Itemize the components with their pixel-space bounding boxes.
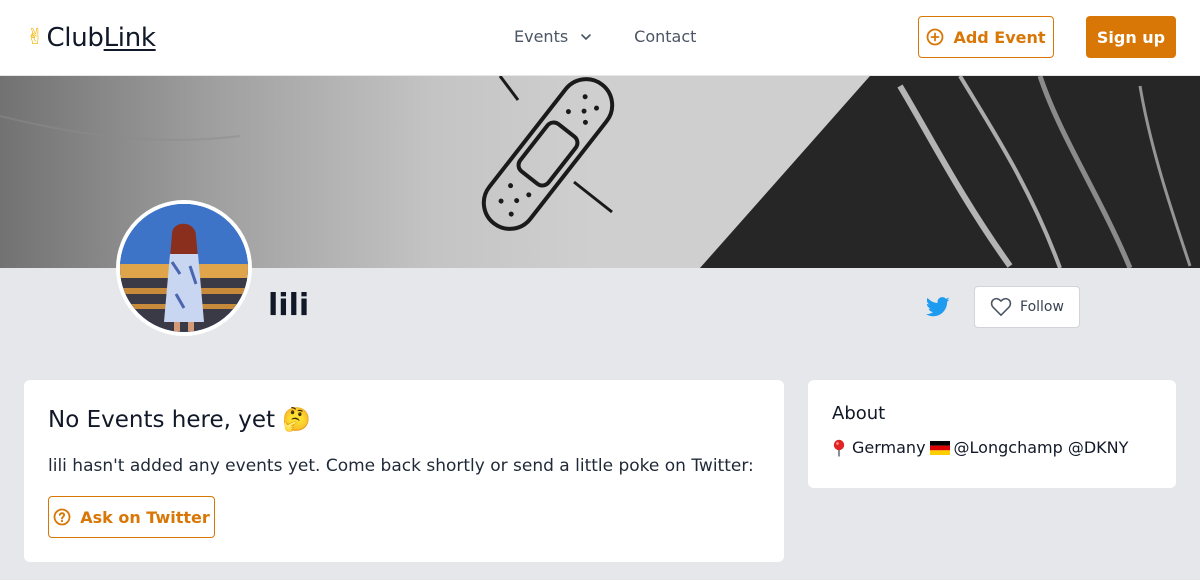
victory-hand-icon: ✌ [26, 25, 45, 50]
question-circle-icon [53, 508, 71, 526]
events-card: No Events here, yet 🤔 lili hasn't added … [24, 380, 784, 562]
ask-on-twitter-button[interactable]: Ask on Twitter [48, 496, 215, 538]
nav-events-label: Events [514, 27, 569, 46]
add-event-button[interactable]: Add Event [918, 16, 1054, 58]
clublink-logo[interactable]: ✌ Club Link [26, 22, 156, 54]
location-pin-icon [833, 439, 845, 457]
add-event-label: Add Event [953, 27, 1046, 47]
logo-text-link: Link [103, 23, 156, 53]
nav-contact-link[interactable]: Contact [634, 26, 696, 48]
profile-avatar [116, 200, 252, 336]
about-card: About Germany @Longchamp @DKNY [808, 380, 1176, 488]
events-card-title: No Events here, yet 🤔 [48, 407, 311, 433]
events-card-message: lili hasn't added any events yet. Come b… [48, 456, 754, 476]
chevron-down-icon [581, 34, 591, 40]
about-location: Germany [852, 438, 926, 457]
follow-button[interactable]: Follow [974, 286, 1080, 328]
nav-contact-label: Contact [634, 27, 697, 46]
about-handles: @Longchamp @DKNY [953, 438, 1129, 457]
logo-text-club: Club [46, 23, 104, 53]
heart-icon [990, 297, 1012, 316]
germany-flag-icon [929, 441, 950, 455]
about-bio: Germany @Longchamp @DKNY [832, 436, 1128, 460]
sign-up-button[interactable]: Sign up [1086, 16, 1176, 58]
sign-up-label: Sign up [1096, 27, 1166, 47]
about-title: About [832, 403, 886, 424]
twitter-icon[interactable] [925, 296, 950, 318]
main-nav: Events Contact [514, 26, 696, 48]
avatar-photo [120, 204, 248, 332]
nav-events-dropdown[interactable]: Events [514, 26, 592, 48]
plus-circle-icon [927, 28, 944, 46]
follow-label: Follow [1020, 299, 1064, 315]
profile-name: lili [268, 288, 310, 323]
ask-on-twitter-label: Ask on Twitter [80, 507, 210, 527]
site-header: ✌ Club Link Events Contact Add Event Sig… [0, 0, 1200, 76]
